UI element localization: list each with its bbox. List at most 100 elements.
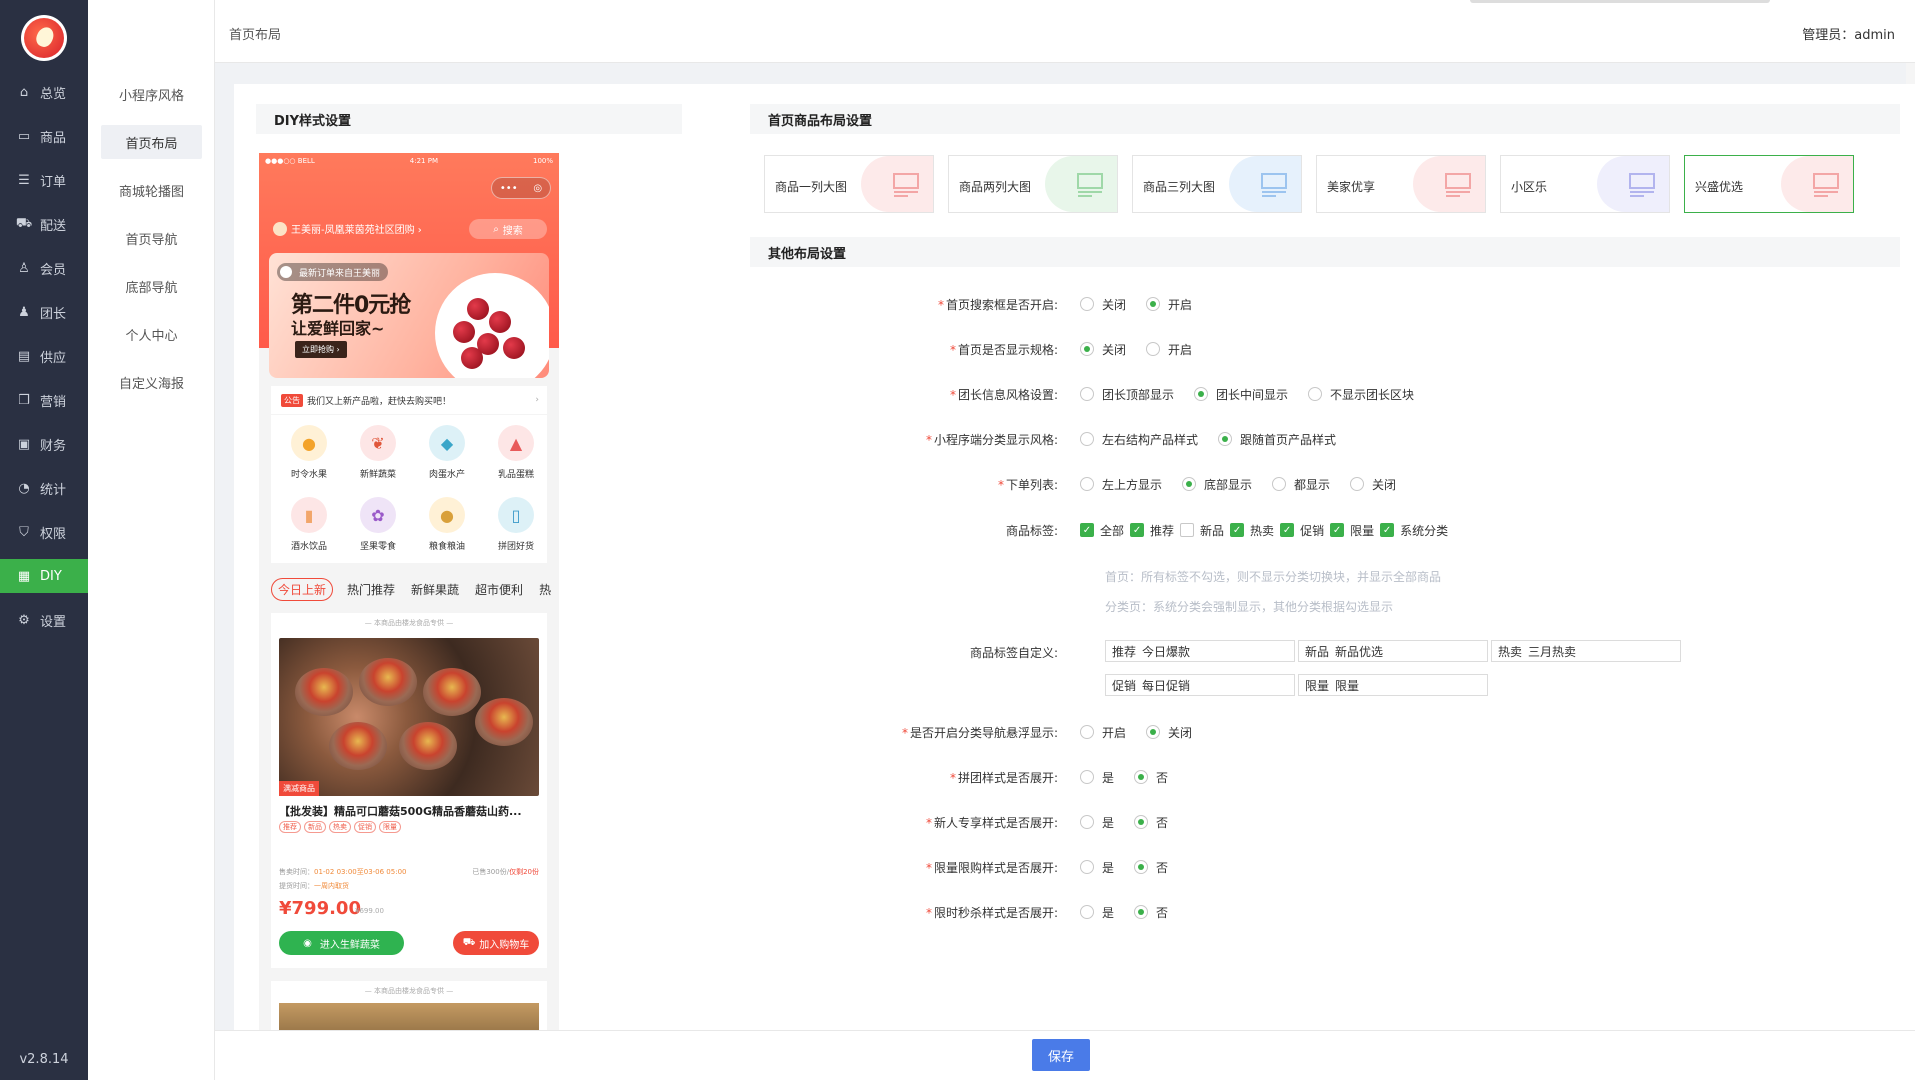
radio-circle[interactable] (1308, 387, 1323, 401)
subnav-item-3[interactable]: 首页导航 (101, 221, 202, 255)
product-card[interactable]: — 本商品由楼龙食品专供 — (271, 981, 547, 1033)
nav-item-4[interactable]: ♙ 会员 (0, 251, 88, 285)
radio-circle[interactable] (1080, 297, 1094, 311)
checkbox-option[interactable]: ✓ 促销 (1280, 522, 1324, 539)
add-to-cart-button[interactable]: ⛟ 加入购物车 (453, 931, 539, 955)
radio-option[interactable]: 是 (1080, 769, 1114, 786)
product-tab[interactable]: 热门推荐 (347, 581, 395, 598)
check-icon[interactable]: ✓ (1380, 523, 1395, 537)
subnav-item-4[interactable]: 底部导航 (101, 269, 202, 303)
checkbox-option[interactable]: ✓ 推荐 (1130, 522, 1174, 539)
check-icon[interactable]: ✓ (1230, 523, 1245, 537)
radio-option[interactable]: 开启 (1080, 724, 1126, 741)
radio-circle[interactable] (1080, 432, 1094, 446)
checkbox-option[interactable]: ✓ 限量 (1330, 522, 1374, 539)
tag-custom-input[interactable]: 推荐 今日爆款 (1105, 640, 1295, 662)
checkbox-option[interactable]: ✓ 系统分类 (1380, 522, 1448, 539)
radio-option[interactable]: 开启 (1146, 341, 1192, 358)
radio-circle[interactable] (1080, 860, 1094, 874)
tag-custom-input[interactable]: 新品 新品优选 (1298, 640, 1488, 662)
radio-option[interactable]: 跟随首页产品样式 (1218, 431, 1336, 448)
tag-custom-input[interactable]: 限量 限量 (1298, 674, 1488, 696)
product-image[interactable]: 满减商品 (279, 638, 539, 796)
category-item[interactable]: ● 时令水果 (279, 425, 339, 480)
layout-option-3[interactable]: 美家优享 (1316, 155, 1486, 213)
radio-option[interactable]: 否 (1134, 859, 1168, 876)
enter-category-button[interactable]: ◉ 进入生鲜蔬菜 (279, 931, 404, 955)
radio-circle[interactable] (1146, 342, 1161, 356)
layout-option-5[interactable]: 兴盛优选 (1684, 155, 1854, 213)
miniapp-capsule[interactable]: ••• ◎ (491, 177, 551, 199)
radio-circle[interactable] (1134, 860, 1149, 874)
radio-option[interactable]: 底部显示 (1182, 476, 1252, 493)
radio-option[interactable]: 是 (1080, 904, 1114, 921)
notice-bar[interactable]: 公告 我们又上新产品啦，赶快去购买吧！ › (271, 386, 547, 414)
radio-circle[interactable] (1080, 387, 1094, 401)
radio-circle[interactable] (1146, 725, 1161, 739)
product-card[interactable]: — 本商品由楼龙食品专供 — 满减商品 【批发装】精品可口蘑菇500G精品香蘑菇… (271, 613, 547, 968)
radio-circle[interactable] (1080, 770, 1094, 784)
layout-option-4[interactable]: 小区乐 (1500, 155, 1670, 213)
radio-circle[interactable] (1080, 725, 1094, 739)
radio-option[interactable]: 左上方显示 (1080, 476, 1162, 493)
product-tab[interactable]: 超市便利 (475, 581, 523, 598)
nav-item-11[interactable]: ▦ DIY (0, 559, 88, 593)
product-tab[interactable]: 热 (539, 581, 551, 598)
nav-item-3[interactable]: ⛟ 配送 (0, 207, 88, 241)
radio-circle[interactable] (1194, 387, 1209, 401)
layout-option-0[interactable]: 商品一列大图 (764, 155, 934, 213)
radio-circle[interactable] (1134, 905, 1149, 919)
nav-item-6[interactable]: ▤ 供应 (0, 339, 88, 373)
category-item[interactable]: ▲ 乳品蛋糕 (486, 425, 546, 480)
subnav-item-2[interactable]: 商城轮播图 (101, 173, 202, 207)
product-image[interactable] (279, 1003, 539, 1033)
subnav-item-6[interactable]: 自定义海报 (101, 365, 202, 399)
store-selector[interactable]: 王美丽-凤凰莱茵苑社区团购 › (273, 221, 422, 236)
save-button[interactable]: 保存 (1032, 1039, 1090, 1071)
radio-circle[interactable] (1218, 432, 1233, 446)
radio-circle[interactable] (1080, 905, 1094, 919)
radio-option[interactable]: 关闭 (1146, 724, 1192, 741)
nav-item-7[interactable]: ❒ 营销 (0, 383, 88, 417)
radio-circle[interactable] (1080, 342, 1094, 356)
radio-option[interactable]: 不显示团长区块 (1308, 386, 1414, 403)
category-item[interactable]: ▯ 拼团好货 (486, 497, 546, 552)
radio-circle[interactable] (1134, 815, 1149, 829)
radio-option[interactable]: 否 (1134, 769, 1168, 786)
close-target-icon[interactable]: ◎ (533, 183, 542, 194)
subnav-item-5[interactable]: 个人中心 (101, 317, 202, 351)
product-tab[interactable]: 今日上新 (271, 577, 334, 601)
category-item[interactable]: ❦ 新鲜蔬菜 (348, 425, 408, 480)
nav-item-8[interactable]: ▣ 财务 (0, 427, 88, 461)
radio-circle[interactable] (1146, 297, 1161, 311)
nav-item-1[interactable]: ▭ 商品 (0, 119, 88, 153)
radio-circle[interactable] (1272, 477, 1287, 491)
subnav-item-1[interactable]: 首页布局 (101, 125, 202, 159)
checkbox-box[interactable] (1180, 523, 1195, 537)
radio-circle[interactable] (1134, 770, 1149, 784)
radio-option[interactable]: 关闭 (1080, 341, 1126, 358)
banner[interactable]: 最新订单来自王美丽 第二件0元抢 让爱鲜回家~ 立即抢购 › (269, 253, 549, 378)
nav-item-5[interactable]: ♟ 团长 (0, 295, 88, 329)
product-tab[interactable]: 新鲜果蔬 (411, 581, 459, 598)
layout-option-2[interactable]: 商品三列大图 (1132, 155, 1302, 213)
radio-option[interactable]: 否 (1134, 814, 1168, 831)
radio-option[interactable]: 关闭 (1080, 296, 1126, 313)
radio-circle[interactable] (1080, 815, 1094, 829)
category-item[interactable]: ◆ 肉蛋水产 (417, 425, 477, 480)
radio-option[interactable]: 是 (1080, 859, 1114, 876)
radio-option[interactable]: 关闭 (1350, 476, 1396, 493)
radio-circle[interactable] (1182, 477, 1197, 491)
nav-item-10[interactable]: ⛉ 权限 (0, 515, 88, 549)
tag-custom-input[interactable]: 促销 每日促销 (1105, 674, 1295, 696)
nav-item-12[interactable]: ⚙ 设置 (0, 603, 88, 637)
radio-circle[interactable] (1080, 477, 1094, 491)
tag-custom-input[interactable]: 热卖 三月热卖 (1491, 640, 1681, 662)
layout-option-1[interactable]: 商品两列大图 (948, 155, 1118, 213)
category-item[interactable]: ● 粮食粮油 (417, 497, 477, 552)
banner-buy-button[interactable]: 立即抢购 › (295, 341, 347, 358)
phone-search[interactable]: ⌕ 搜索 (469, 219, 547, 239)
subnav-item-0[interactable]: 小程序风格 (101, 77, 202, 111)
checkbox-option[interactable]: 新品 (1180, 522, 1224, 539)
radio-option[interactable]: 开启 (1146, 296, 1192, 313)
